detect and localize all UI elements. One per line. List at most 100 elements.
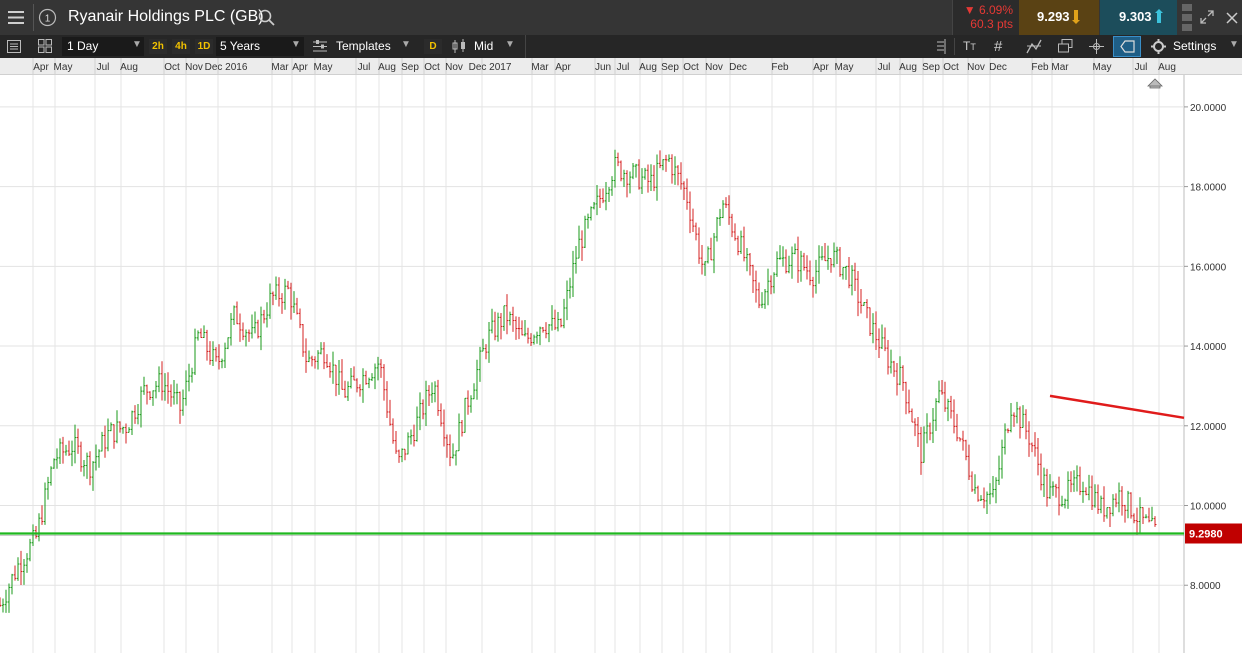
- sell-price-button[interactable]: 9.293: [1019, 0, 1099, 35]
- date-tick-label: Mar: [271, 62, 289, 73]
- price-mode-dropdown[interactable]: Mid ▼: [450, 35, 522, 58]
- date-tick-label: Sep: [661, 62, 679, 73]
- divider: [525, 35, 526, 58]
- divider: [954, 38, 955, 55]
- date-tick-label: Aug: [120, 62, 138, 73]
- windows-icon[interactable]: [1058, 39, 1073, 56]
- date-tick-label: May: [54, 62, 73, 73]
- date-tick-label: Aug: [639, 62, 657, 73]
- drawing-icon[interactable]: [1026, 39, 1042, 57]
- date-tick-label: Jul: [878, 62, 891, 73]
- date-tick-label: May: [1093, 62, 1112, 73]
- price-tick-label: 8.0000: [1190, 581, 1221, 592]
- date-tick-label: Mar: [1051, 62, 1069, 73]
- date-tick-label: Jul: [97, 62, 110, 73]
- interval-2h-button[interactable]: 2h: [149, 39, 167, 54]
- svg-text:1: 1: [45, 14, 51, 25]
- chevron-down-icon: ▼: [291, 39, 301, 50]
- date-tick-label: Mar: [531, 62, 549, 73]
- templates-label: Templates: [336, 39, 391, 53]
- date-tick-label: Apr: [292, 62, 308, 73]
- search-icon[interactable]: [258, 9, 276, 27]
- candlestick-icon: [452, 39, 468, 57]
- price-mode-label: Mid: [474, 39, 494, 53]
- chart-toolbar: 1 Day ▼ 2h 4h 1D 5 Years ▼ Templates ▼ D…: [0, 35, 1242, 58]
- date-tick-label: Oct: [164, 62, 180, 73]
- date-tick-label: Dec 2016: [205, 62, 248, 73]
- date-tick-label: Jun: [595, 62, 611, 73]
- change-box: ▼ 6.09% 60.3 pts: [952, 0, 1019, 35]
- layout-grid-icon[interactable]: [38, 39, 52, 53]
- date-tick-label: Nov: [967, 62, 985, 73]
- date-tick-label: Feb: [771, 62, 789, 73]
- gear-icon: [1151, 39, 1166, 57]
- tag-icon: [1120, 40, 1135, 56]
- date-tick-label: Feb: [1031, 62, 1049, 73]
- date-tick-label: Apr: [33, 62, 49, 73]
- date-tick-label: Apr: [813, 62, 829, 73]
- templates-icon: [313, 40, 327, 56]
- date-tick-label: May: [314, 62, 333, 73]
- chevron-down-icon: ▼: [132, 39, 142, 50]
- price-chart[interactable]: 20.0000 18.0000 16.0000 14.0000 12.0000 10.00…: [0, 75, 1242, 653]
- down-arrow-icon: [1071, 9, 1081, 30]
- list-icon[interactable]: [7, 40, 21, 53]
- d-button[interactable]: D: [424, 39, 442, 54]
- scroll-to-latest-icon[interactable]: [1147, 78, 1163, 89]
- interval-dropdown[interactable]: 1 Day ▼: [62, 37, 144, 56]
- interval-4h-button[interactable]: 4h: [172, 39, 190, 54]
- info-circle-icon[interactable]: 1: [38, 8, 57, 27]
- page-title: Ryanair Holdings PLC (GB): [68, 8, 264, 25]
- range-value: 5 Years: [220, 39, 261, 53]
- price-tick-label: 16.0000: [1190, 262, 1227, 273]
- date-tick-label: Aug: [378, 62, 396, 73]
- scale-icon[interactable]: [933, 39, 947, 57]
- date-tick-label: Jul: [617, 62, 630, 73]
- date-tick-label: Oct: [424, 62, 440, 73]
- date-tick-label: May: [835, 62, 854, 73]
- close-icon[interactable]: [1226, 11, 1238, 24]
- date-tick-label: Sep: [401, 62, 419, 73]
- price-tick-label: 14.0000: [1190, 342, 1227, 353]
- price-tick-label: 10.0000: [1190, 502, 1227, 513]
- range-dropdown[interactable]: 5 Years ▼: [216, 37, 304, 56]
- grid-icon[interactable]: #: [994, 38, 1002, 55]
- date-tick-label: Jul: [358, 62, 371, 73]
- hamburger-icon[interactable]: [8, 9, 25, 26]
- price-axis-background: [1184, 75, 1242, 653]
- interval-1d-button[interactable]: 1D: [195, 39, 213, 54]
- text-size-icon[interactable]: TT: [963, 39, 976, 53]
- expand-icon[interactable]: [1200, 10, 1214, 24]
- buy-price: 9.303: [1119, 9, 1152, 24]
- scrollbar-icon[interactable]: [1181, 3, 1193, 32]
- chevron-down-icon: ▼: [1229, 39, 1239, 50]
- up-arrow-icon: [1154, 8, 1164, 29]
- date-tick-label: Jul: [1135, 62, 1148, 73]
- title-bar: 1 Ryanair Holdings PLC (GB) ▼ 6.09% 60.3…: [0, 0, 1242, 35]
- date-tick-label: Nov: [705, 62, 723, 73]
- date-tick-label: Sep: [922, 62, 940, 73]
- price-tick-label: 20.0000: [1190, 103, 1227, 114]
- trend-line: [1049, 394, 1185, 420]
- templates-dropdown[interactable]: Templates ▼: [311, 35, 416, 58]
- current-price-label: 9.2980: [1189, 528, 1223, 540]
- date-tick-label: Nov: [445, 62, 463, 73]
- date-tick-label: Oct: [943, 62, 959, 73]
- date-tick-label: Aug: [899, 62, 917, 73]
- tag-button[interactable]: [1113, 36, 1141, 57]
- settings-label: Settings: [1173, 39, 1217, 53]
- date-tick-label: Dec 2017: [469, 62, 512, 73]
- buy-price-button[interactable]: 9.303: [1100, 0, 1177, 35]
- settings-button[interactable]: Settings ▼: [1148, 35, 1240, 58]
- date-axis-svg: Apr May Jul Aug Oct Nov Dec 2016 Mar Apr May Jul Au…: [32, 58, 1176, 74]
- price-tick-label: 18.0000: [1190, 183, 1227, 194]
- date-tick-label: Dec: [989, 62, 1007, 73]
- date-tick-label: Aug: [1158, 62, 1176, 73]
- crosshair-icon[interactable]: [1089, 39, 1104, 57]
- change-points: 60.3 pts: [970, 17, 1013, 31]
- date-tick-label: Oct: [683, 62, 699, 73]
- date-tick-label: Apr: [555, 62, 571, 73]
- sell-price: 9.293: [1037, 9, 1070, 24]
- chevron-down-icon: ▼: [401, 39, 411, 50]
- date-tick-label: Dec: [729, 62, 747, 73]
